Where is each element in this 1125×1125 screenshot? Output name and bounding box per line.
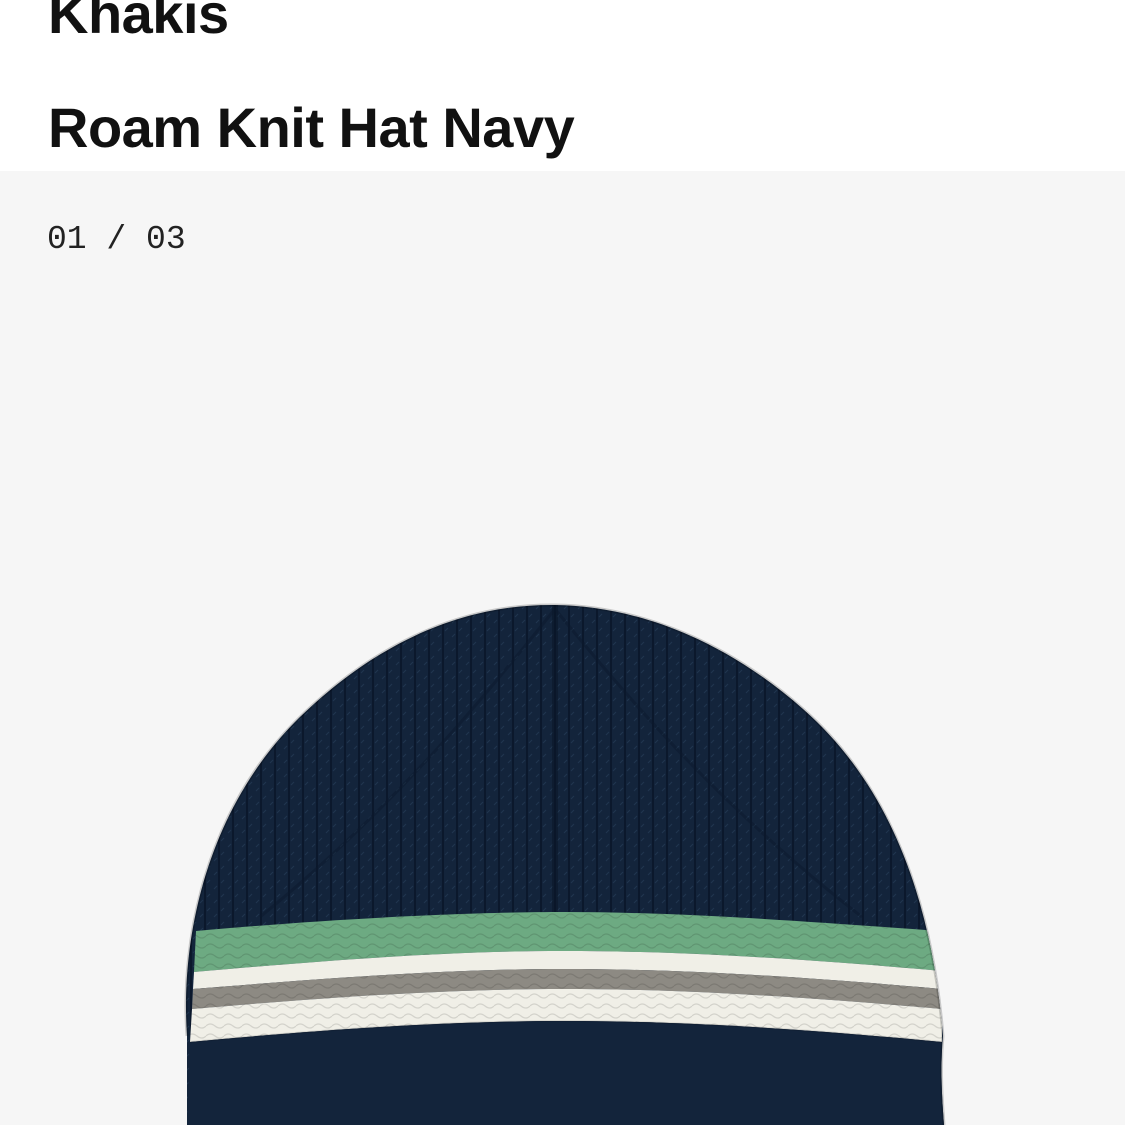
image-counter: 01 / 03 xyxy=(47,221,186,258)
brand-name[interactable]: Khakis xyxy=(48,0,229,46)
product-title: Roam Knit Hat Navy xyxy=(48,95,575,159)
roam-knit-hat-image[interactable] xyxy=(170,591,960,1125)
product-page: Khakis Roam Knit Hat Navy 01 / 03 xyxy=(0,0,1125,1125)
product-header: Khakis Roam Knit Hat Navy xyxy=(0,0,1125,171)
product-image-gallery[interactable]: 01 / 03 xyxy=(0,171,1125,1125)
knit-hat-illustration xyxy=(184,603,946,1125)
